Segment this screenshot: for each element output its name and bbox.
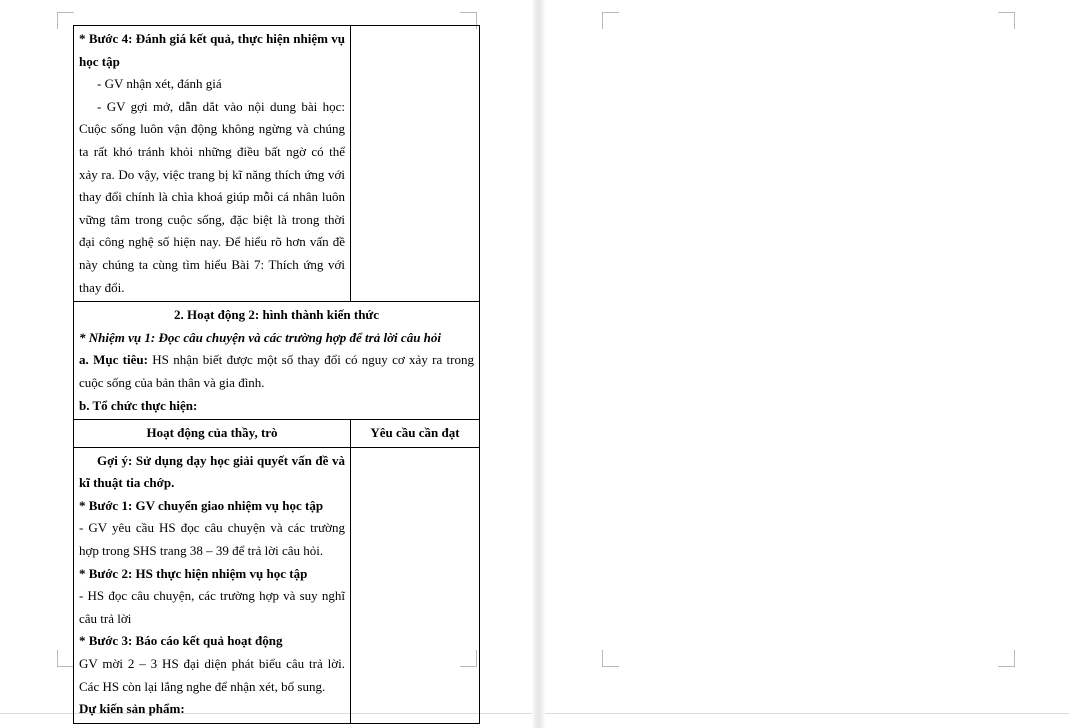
header-label-activity: Hoạt động của thầy, trò	[146, 425, 278, 441]
paragraph-task1-title: * Nhiệm vụ 1: Đọc câu chuyện và các trườ…	[79, 329, 442, 345]
cell-activity-steps: Gợi ý: Sử dụng dạy học giải quyết vấn đề…	[73, 446, 351, 724]
page-gutter	[532, 0, 545, 728]
paragraph-step2-body: - HS đọc câu chuyện, các trường hợp và s…	[79, 588, 345, 626]
paragraph-goi-y: Gợi ý: Sử dụng dạy học giải quyết vấn đề…	[79, 452, 345, 491]
paragraph-to-chuc-thuc-hien: b. Tổ chức thực hiện:	[79, 397, 198, 413]
margin-mark-bottom-right	[998, 650, 1015, 667]
table-header-row: Hoạt động của thầy, trò Yêu cầu cần đạt	[73, 419, 480, 448]
margin-mark-top-left	[57, 12, 74, 29]
table-row: * Bước 4: Đánh giá kết quả, thực hiện nh…	[73, 24, 480, 303]
document-workspace: * Bước 4: Đánh giá kết quả, thực hiện nh…	[0, 0, 1069, 728]
column-header-requirement: Yêu cầu cần đạt	[350, 419, 480, 448]
margin-mark-top-left	[602, 12, 619, 29]
paragraph-step3-body: GV mời 2 – 3 HS đại diện phát biểu câu t…	[79, 656, 345, 694]
paragraph-step1-body: - GV yêu cầu HS đọc câu chuyện và các tr…	[79, 520, 345, 559]
margin-mark-bottom-left	[602, 650, 619, 667]
label-muc-tieu: a. Mục tiêu:	[79, 352, 148, 368]
cell-requirement-empty-2	[350, 446, 480, 724]
margin-mark-bottom-left	[57, 650, 74, 667]
cell-requirement-empty-1	[350, 24, 480, 303]
paragraph-step1-heading: * Bước 1: GV chuyển giao nhiệm vụ học tậ…	[79, 497, 324, 513]
paragraph-gv-goi-mo: - GV gợi mở, dẫn dắt vào nội dung bài họ…	[79, 98, 345, 295]
page-left: * Bước 4: Đánh giá kết quả, thực hiện nh…	[0, 0, 532, 724]
paragraph-step3-heading: * Bước 3: Báo cáo kết quả hoạt động	[79, 633, 283, 649]
paragraph-muc-tieu: a. Mục tiêu: HS nhận biết được một số th…	[79, 349, 474, 394]
page-right: - Đối với câu chuyện của thầy giáo Nguyễ…	[545, 0, 1069, 714]
paragraph-gv-nhan-xet: - GV nhận xét, đánh giá	[97, 76, 222, 92]
paragraph-step4-heading: * Bước 4: Đánh giá kết quả, thực hiện nh…	[79, 31, 345, 69]
paragraph-activity2-title: 2. Hoạt động 2: hình thành kiến thức	[173, 307, 380, 323]
column-header-activity: Hoạt động của thầy, trò	[73, 419, 351, 448]
cell-activity2-block: 2. Hoạt động 2: hình thành kiến thức * N…	[73, 301, 480, 421]
paragraph-du-kien-san-pham: Dự kiến sản phẩm:	[79, 701, 185, 717]
table-row: 2. Hoạt động 2: hình thành kiến thức * N…	[73, 301, 480, 421]
margin-mark-top-right	[998, 12, 1015, 29]
cell-activity-step4: * Bước 4: Đánh giá kết quả, thực hiện nh…	[73, 24, 351, 303]
header-label-requirement: Yêu cầu cần đạt	[370, 425, 460, 441]
lesson-plan-table-left: * Bước 4: Đánh giá kết quả, thực hiện nh…	[73, 24, 480, 724]
table-row: Gợi ý: Sử dụng dạy học giải quyết vấn đề…	[73, 446, 480, 724]
paragraph-step2-heading: * Bước 2: HS thực hiện nhiệm vụ học tập	[79, 565, 308, 581]
